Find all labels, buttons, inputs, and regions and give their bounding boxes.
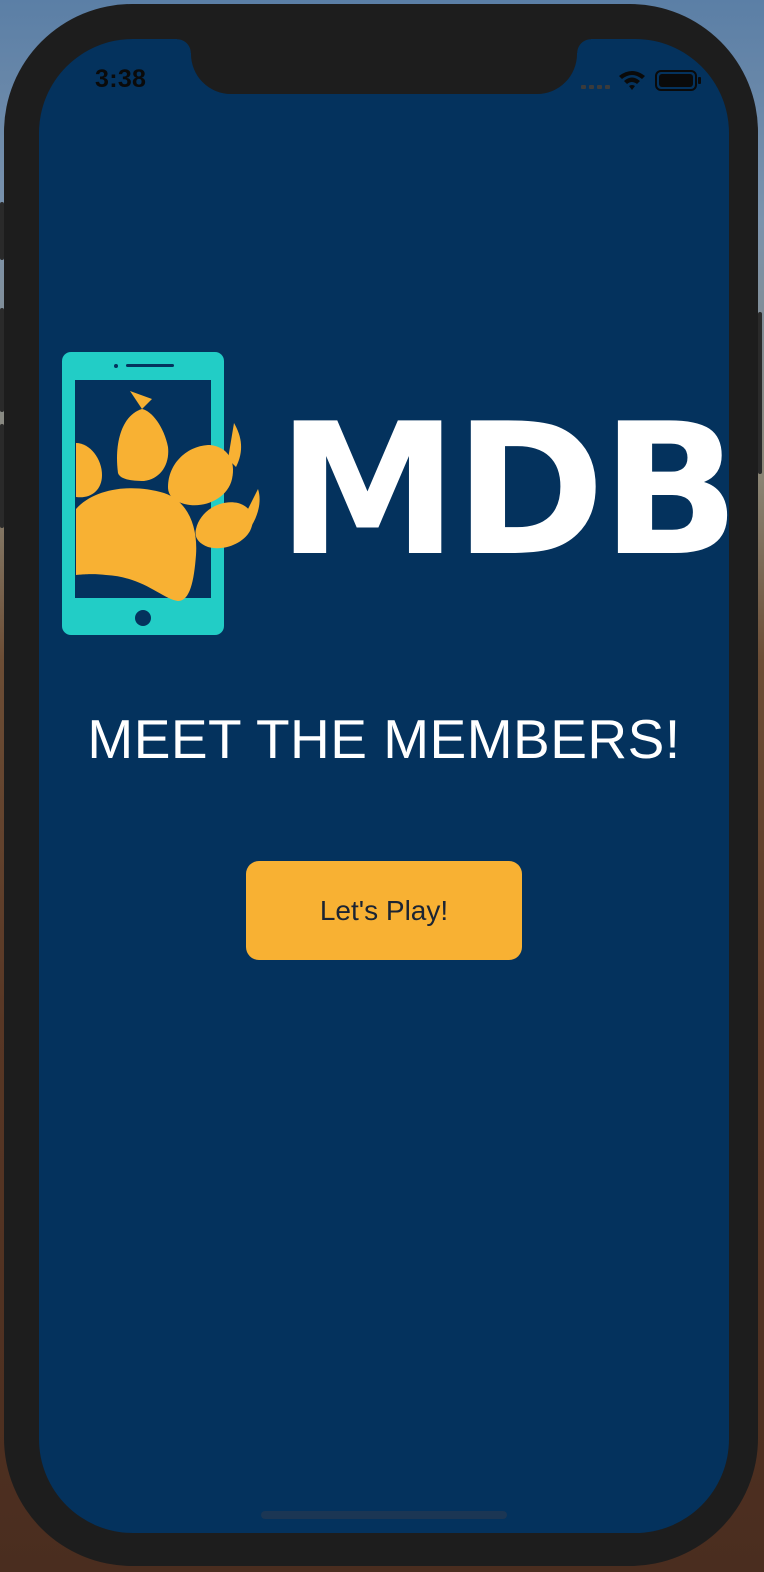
headline: MEET THE MEMBERS! <box>87 708 681 770</box>
lets-play-button[interactable]: Let's Play! <box>246 861 522 960</box>
logo-text: MDB <box>277 384 729 596</box>
home-indicator[interactable] <box>261 1511 507 1519</box>
device-frame: 3:38 MDB MEET THE MEMBERS! Let's Play! <box>0 4 762 1566</box>
volume-up-button <box>0 308 4 412</box>
signal-icon <box>581 85 610 89</box>
status-time: 3:38 <box>95 65 147 93</box>
battery-icon <box>655 70 701 91</box>
app-screen: 3:38 MDB MEET THE MEMBERS! Let's Play! <box>39 39 729 1533</box>
mute-switch <box>0 202 4 260</box>
device-notch <box>177 39 591 94</box>
status-icons <box>581 69 705 93</box>
status-icons-svg <box>581 70 701 91</box>
phone-paw-icon <box>62 352 260 635</box>
volume-down-button <box>0 424 4 528</box>
power-button <box>758 312 762 474</box>
wifi-icon <box>619 71 645 90</box>
